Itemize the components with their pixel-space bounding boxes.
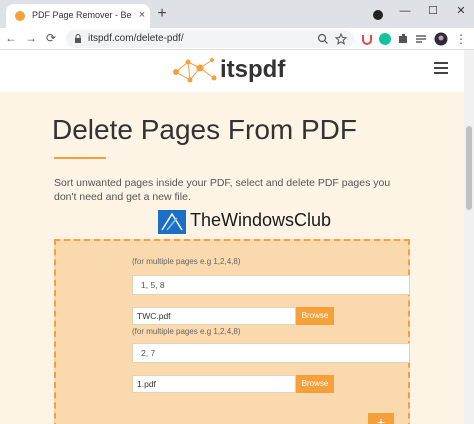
upload-area[interactable]: (for multiple pages e.g 1,2,4,8) 1, 5, 8… — [54, 239, 410, 424]
page-description: Sort unwanted pages inside your PDF, sel… — [54, 177, 391, 203]
reading-list-icon[interactable] — [414, 32, 428, 46]
browser-toolbar: ← → ⟳ itspdf.com/delete-pdf/ ⋮ — [0, 28, 474, 50]
extensions-puzzle-icon[interactable] — [396, 32, 410, 46]
tab-strip: PDF Page Remover - Best Online × + — ☐ ✕ — [0, 0, 474, 28]
browser-window: PDF Page Remover - Best Online × + — ☐ ✕… — [0, 0, 474, 424]
web-page: itspdf Delete Pages From PDF Sort unwant… — [0, 50, 464, 424]
pages-hint: (for multiple pages e.g 1,2,4,8) — [132, 327, 241, 336]
maximize-button[interactable]: ☐ — [426, 4, 440, 18]
file-name-field[interactable]: TWC.pdf — [132, 307, 296, 325]
tab-close-icon[interactable]: × — [136, 8, 148, 22]
file-name-field[interactable]: 1.pdf — [132, 375, 296, 393]
scrollbar-thumb[interactable] — [466, 126, 472, 210]
lock-icon — [75, 34, 81, 43]
new-tab-button[interactable]: + — [154, 6, 170, 22]
browse-button[interactable]: Browse — [296, 375, 334, 393]
windows-logo-icon — [158, 210, 186, 234]
itspdf-logo-icon[interactable] — [170, 54, 220, 88]
page-title: Delete Pages From PDF — [52, 114, 357, 145]
title-underline — [54, 157, 106, 159]
minimize-button[interactable]: — — [398, 4, 412, 18]
browse-button[interactable]: Browse — [296, 307, 334, 325]
address-bar[interactable]: itspdf.com/delete-pdf/ — [66, 30, 354, 48]
back-button[interactable]: ← — [4, 31, 18, 45]
bookmark-star-icon[interactable] — [334, 32, 348, 46]
close-window-button[interactable]: ✕ — [454, 4, 468, 18]
url-text: itspdf.com/delete-pdf/ — [88, 33, 184, 44]
reload-button[interactable]: ⟳ — [44, 31, 58, 45]
pages-hint: (for multiple pages e.g 1,2,4,8) — [132, 257, 241, 266]
add-file-button[interactable]: + — [368, 413, 394, 424]
forward-button[interactable]: → — [24, 31, 38, 45]
site-logo-text[interactable]: itspdf — [220, 56, 285, 84]
zoom-icon[interactable] — [316, 32, 330, 46]
extension-u-icon[interactable] — [360, 32, 374, 46]
browser-menu-icon[interactable]: ⋮ — [454, 32, 468, 46]
tab-search-icon[interactable] — [373, 10, 383, 20]
watermark: TheWindowsClub — [158, 208, 332, 236]
pages-input[interactable]: 1, 5, 8 — [132, 275, 410, 295]
grammarly-icon[interactable] — [378, 32, 392, 46]
site-header: itspdf — [0, 50, 464, 92]
page-scrollbar[interactable] — [464, 50, 474, 424]
profile-avatar-icon[interactable] — [434, 32, 448, 46]
tab-title: PDF Page Remover - Best Online — [32, 10, 132, 20]
tab-active[interactable]: PDF Page Remover - Best Online × — [6, 4, 150, 28]
pages-input[interactable]: 2, 7 — [132, 343, 410, 363]
hero-section: Delete Pages From PDF Sort unwanted page… — [0, 92, 464, 424]
watermark-text: TheWindowsClub — [190, 210, 332, 230]
favicon-icon — [15, 11, 25, 21]
hamburger-menu-icon[interactable] — [434, 62, 448, 74]
